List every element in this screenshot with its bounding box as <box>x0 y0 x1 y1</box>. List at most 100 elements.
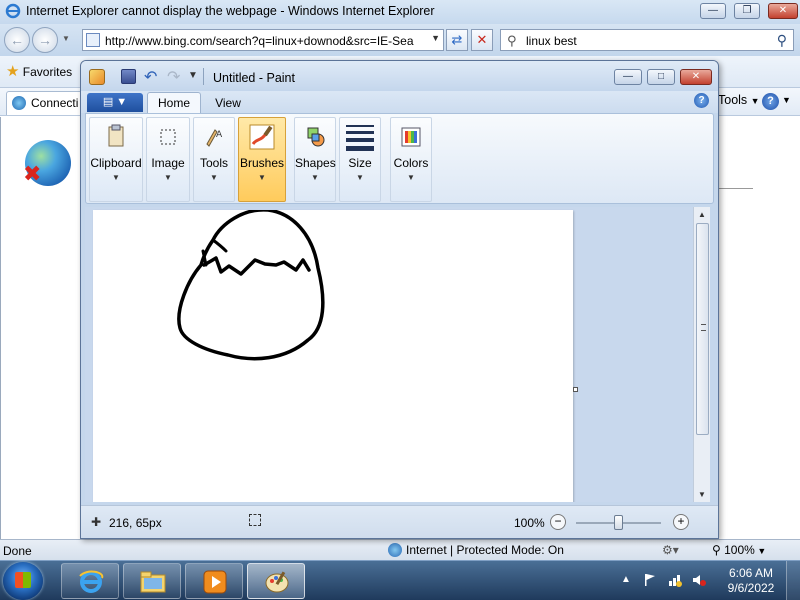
network-icon[interactable] <box>668 573 682 587</box>
paint-maximize-button[interactable]: □ <box>647 69 675 85</box>
search-box[interactable]: ⚲ linux best ⚲ <box>500 29 794 51</box>
action-center-flag-icon[interactable] <box>643 573 657 587</box>
help-icon: ? <box>762 93 779 110</box>
ribbon: Clipboard ▼ Image ▼ A Tools ▼ Brushes ▼ … <box>85 113 714 204</box>
shapes-icon <box>307 127 325 147</box>
ie-close-button[interactable]: ✕ <box>768 3 798 19</box>
canvas-area <box>85 207 697 502</box>
address-bar[interactable]: http://www.bing.com/search?q=linux+downo… <box>82 29 444 51</box>
selection-size-icon <box>249 514 261 526</box>
clipboard-group[interactable]: Clipboard ▼ <box>89 117 143 202</box>
ie-minimize-button[interactable]: — <box>700 3 726 19</box>
cursor-position: 216, 65px <box>109 516 162 530</box>
paint-minimize-button[interactable]: — <box>614 69 642 85</box>
clipboard-icon <box>108 124 124 147</box>
windows-logo-icon <box>15 572 31 588</box>
shapes-group[interactable]: Shapes ▼ <box>294 117 336 202</box>
taskbar-explorer[interactable] <box>123 563 181 599</box>
chevron-down-icon: ▼ <box>782 95 791 105</box>
status-text: Done <box>3 544 32 558</box>
forward-button[interactable]: → <box>32 27 58 53</box>
address-dropdown-icon[interactable]: ▼ <box>431 33 440 43</box>
stop-button[interactable]: ✕ <box>471 29 493 51</box>
vertical-scrollbar[interactable]: ▲ ▼ <box>693 207 710 502</box>
ie-status-bar: Done Internet | Protected Mode: On ⚙▾ ⚲ … <box>0 539 800 560</box>
show-hidden-icons-icon[interactable]: ▲ <box>621 574 631 585</box>
chevron-down-icon: ▼ <box>258 173 266 182</box>
colors-group[interactable]: Colors ▼ <box>390 117 432 202</box>
separator <box>203 68 204 85</box>
size-group[interactable]: Size ▼ <box>339 117 381 202</box>
tab-home[interactable]: Home <box>147 92 201 114</box>
refresh-button[interactable]: ⇄ <box>446 29 468 51</box>
page-icon <box>86 33 100 47</box>
search-go-icon[interactable]: ⚲ <box>777 32 787 49</box>
canvas-resize-handle[interactable] <box>573 387 578 392</box>
help-icon[interactable]: ? <box>694 93 709 108</box>
paint-window-title: Untitled - Paint <box>213 71 295 85</box>
chevron-down-icon: ▼ <box>311 173 319 182</box>
image-group[interactable]: Image ▼ <box>146 117 190 202</box>
brushes-group[interactable]: Brushes ▼ <box>238 117 286 202</box>
tools-icon: A <box>206 129 223 147</box>
ie-restore-button[interactable]: ❐ <box>734 3 760 19</box>
address-text[interactable]: http://www.bing.com/search?q=linux+downo… <box>105 34 425 48</box>
back-button[interactable]: ← <box>4 27 30 53</box>
security-zone[interactable]: Internet | Protected Mode: On <box>388 543 564 557</box>
clock[interactable]: 6:06 AM 9/6/2022 <box>720 566 782 596</box>
ribbon-group-label: Tools <box>199 156 228 170</box>
chevron-down-icon: ▼ <box>164 173 172 182</box>
ribbon-group-label: Brushes <box>239 156 285 170</box>
taskbar-ie[interactable] <box>61 563 119 599</box>
scroll-up-icon[interactable]: ▲ <box>694 207 710 222</box>
paint-icon <box>265 571 289 593</box>
zoom-slider-thumb[interactable] <box>614 515 623 530</box>
ribbon-group-label: Shapes <box>295 156 336 170</box>
paint-menu-button[interactable]: ▤ ▼ <box>87 93 143 112</box>
protection-icon[interactable]: ⚙▾ <box>662 543 679 557</box>
media-player-icon <box>203 570 227 594</box>
taskbar-paint[interactable] <box>247 563 305 599</box>
chevron-down-icon: ▼ <box>750 96 760 106</box>
svg-text:A: A <box>216 130 223 140</box>
zoom-out-button[interactable]: − <box>550 514 566 530</box>
zoom-label: 100% <box>724 543 755 557</box>
tab-view[interactable]: View <box>203 94 253 114</box>
start-button[interactable] <box>3 562 43 600</box>
chevron-down-icon: ▼ <box>356 173 364 182</box>
scroll-grip-icon <box>701 324 706 331</box>
tools-menu[interactable]: Tools ▼ <box>718 93 760 107</box>
internet-explorer-icon <box>79 570 104 593</box>
redo-icon[interactable]: ↷ <box>167 67 180 87</box>
colors-icon <box>401 127 421 147</box>
zoom-control[interactable]: ⚲ 100% ▼ <box>712 543 766 557</box>
volume-muted-icon[interactable] <box>692 573 706 587</box>
favorites-button[interactable]: ★ Favorites <box>6 62 72 82</box>
history-dropdown-icon[interactable]: ▼ <box>62 34 70 43</box>
error-x-icon: ✖ <box>23 161 42 186</box>
tools-group[interactable]: A Tools ▼ <box>193 117 235 202</box>
ribbon-group-label: Image <box>151 156 185 170</box>
ribbon-tab-row: ▤ ▼ Home View ? <box>81 91 718 114</box>
customize-toolbar-icon[interactable]: ▼ <box>188 70 198 81</box>
help-menu[interactable]: ? ▼ <box>762 91 791 111</box>
paint-close-button[interactable]: ✕ <box>680 69 712 85</box>
search-icon: ⚲ <box>507 33 517 48</box>
scroll-down-icon[interactable]: ▼ <box>694 487 710 502</box>
paint-window: ↶ ↷ ▼ Untitled - Paint — □ ✕ ▤ ▼ Home Vi… <box>80 60 719 539</box>
ribbon-group-label: Colors <box>393 156 429 170</box>
scroll-thumb[interactable] <box>696 223 709 435</box>
cursor-position-icon: ✚ <box>91 515 102 529</box>
show-desktop-button[interactable] <box>786 561 800 600</box>
favorites-label: Favorites <box>22 65 73 79</box>
drawing-canvas[interactable] <box>93 210 573 502</box>
save-icon[interactable] <box>121 69 136 84</box>
zoom-icon: ⚲ <box>712 543 725 557</box>
select-icon <box>160 129 176 145</box>
zoom-in-button[interactable]: + <box>673 514 689 530</box>
taskbar-media-player[interactable] <box>185 563 243 599</box>
paint-title-bar: ↶ ↷ ▼ Untitled - Paint — □ ✕ <box>81 61 718 91</box>
search-input[interactable]: linux best <box>526 34 577 48</box>
clock-date: 9/6/2022 <box>727 581 775 595</box>
undo-icon[interactable]: ↶ <box>144 67 157 87</box>
